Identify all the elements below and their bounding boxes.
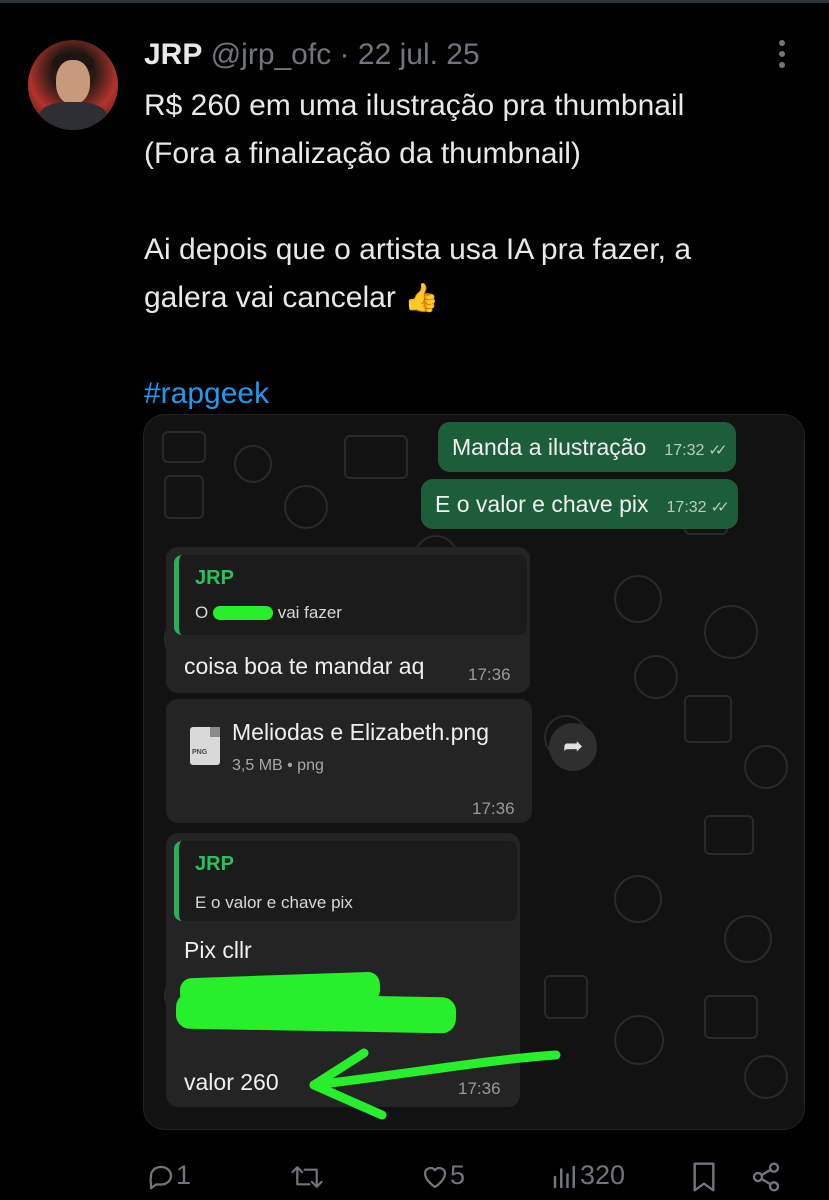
redaction-scribble	[212, 606, 273, 620]
tweet-line-3: Ai depois que o artista usa IA pra fazer…	[144, 233, 692, 266]
message-time: 17:36	[468, 665, 511, 684]
doodle-icon	[724, 915, 772, 963]
share-icon	[752, 1162, 780, 1192]
quote-suffix: vai fazer	[277, 603, 342, 622]
avatar[interactable]	[28, 40, 118, 130]
doodle-icon	[614, 1015, 664, 1065]
view-count: 320	[580, 1160, 626, 1190]
repost-button[interactable]	[290, 1150, 324, 1200]
tweet-date[interactable]: 22 jul. 25	[358, 38, 480, 71]
meta-separator: ·	[339, 38, 350, 71]
message-time: 17:32	[666, 499, 707, 516]
more-options-icon[interactable]	[776, 40, 788, 80]
heart-icon	[423, 1166, 447, 1188]
message-time: 17:32	[664, 442, 705, 459]
read-ticks-icon: ✓✓	[710, 499, 730, 516]
bookmark-button[interactable]	[690, 1150, 718, 1200]
reply-button[interactable]: 1	[146, 1150, 191, 1200]
thumbs-up-icon: 👍	[404, 282, 440, 313]
quoted-message[interactable]: JRP E o valor e chave pix	[174, 841, 517, 921]
views-icon	[553, 1165, 575, 1189]
tweet-line-4: galera vai cancelar	[144, 281, 396, 314]
doodle-icon	[344, 435, 408, 479]
file-message[interactable]: PNG Meliodas e Elizabeth.png 3,5 MB • pn…	[166, 699, 532, 823]
message-time: 17:36	[472, 799, 515, 818]
redaction-scribble	[175, 992, 457, 1034]
like-count: 5	[450, 1160, 466, 1190]
file-name[interactable]: Meliodas e Elizabeth.png	[232, 719, 489, 746]
quote-prefix: O	[195, 603, 209, 622]
share-button[interactable]	[750, 1150, 782, 1200]
doodle-icon	[234, 445, 272, 483]
repost-icon	[291, 1166, 323, 1188]
message-text: Pix cllr	[184, 937, 252, 963]
avatar-face	[56, 60, 90, 104]
message-text: coisa boa te mandar aq	[184, 653, 425, 679]
doodle-icon	[544, 975, 588, 1019]
handle[interactable]: @jrp_ofc	[211, 38, 332, 71]
like-button[interactable]: 5	[420, 1150, 465, 1200]
doodle-icon	[614, 575, 662, 623]
hashtag-link[interactable]: #rapgeek	[144, 370, 804, 418]
file-icon: PNG	[190, 727, 220, 765]
tweet-line-2: (Fora a finalização da thumbnail)	[144, 137, 581, 170]
file-meta: 3,5 MB • png	[232, 757, 324, 774]
doodle-icon	[744, 745, 788, 789]
quote-author: JRP	[195, 853, 234, 875]
outgoing-message-text: E o valor e chave pix	[435, 491, 649, 517]
doodle-icon	[684, 695, 732, 743]
doodle-icon	[284, 485, 328, 529]
doodle-icon	[634, 655, 678, 699]
reply-icon	[149, 1165, 173, 1190]
doodle-icon	[704, 995, 758, 1039]
bookmark-icon	[693, 1162, 715, 1192]
incoming-message[interactable]: JRP O vai fazer coisa boa te mandar aq 1…	[166, 547, 530, 693]
tweet-header: JRP @jrp_ofc · 22 jul. 25	[144, 38, 480, 72]
read-ticks-icon: ✓✓	[708, 442, 727, 459]
outgoing-message[interactable]: Manda a ilustração 17:32 ✓✓	[438, 422, 736, 472]
arrow-annotation	[309, 1048, 561, 1120]
outgoing-message[interactable]: E o valor e chave pix 17:32 ✓✓	[421, 479, 738, 529]
doodle-icon	[162, 431, 206, 463]
outgoing-message-text: Manda a ilustração	[452, 434, 647, 460]
display-name[interactable]: JRP	[144, 38, 202, 71]
reply-count: 1	[176, 1160, 192, 1190]
chat-screenshot[interactable]: Manda a ilustração 17:32 ✓✓ E o valor e ch…	[143, 414, 805, 1130]
tweet-actions: 1 5 320	[0, 1150, 829, 1200]
doodle-icon	[744, 1055, 788, 1099]
quote-text: E o valor e chave pix	[195, 893, 353, 912]
doodle-icon	[704, 815, 754, 855]
forward-icon[interactable]: ➦	[549, 723, 597, 771]
tweet-line-1: R$ 260 em uma ilustração pra thumbnail	[144, 89, 685, 122]
views-button[interactable]: 320	[550, 1150, 625, 1200]
quote-author: JRP	[195, 567, 234, 589]
avatar-shirt	[38, 102, 108, 130]
message-text: valor 260	[184, 1069, 279, 1095]
doodle-icon	[164, 475, 204, 519]
quote-text: O vai fazer	[195, 603, 342, 623]
quoted-message[interactable]: JRP O vai fazer	[174, 555, 527, 635]
tweet-text: R$ 260 em uma ilustração pra thumbnail (…	[144, 82, 804, 418]
top-divider	[0, 0, 829, 3]
doodle-icon	[704, 605, 758, 659]
doodle-icon	[614, 875, 662, 923]
